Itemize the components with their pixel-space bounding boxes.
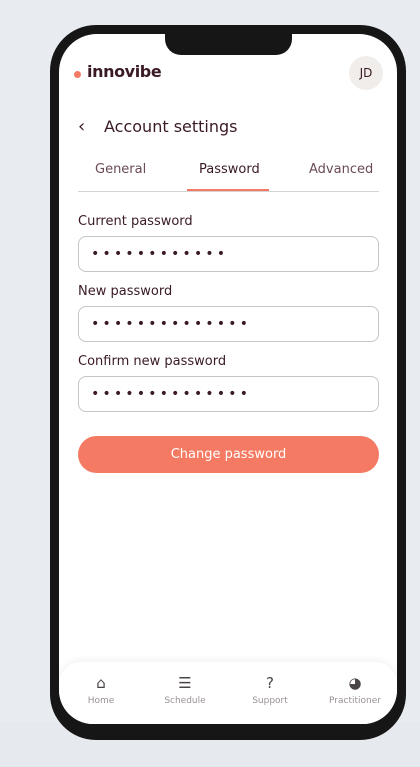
nav-label: Support [252,696,288,706]
home-icon: ⌂ [96,674,106,692]
confirm-password-field[interactable]: •••••••••••••• [78,376,379,412]
chevron-left-icon[interactable]: ‹ [78,116,98,140]
tab-general[interactable]: General [95,162,146,177]
confirm-password-label: Confirm new password [78,354,227,369]
nav-item-practitioner[interactable]: ◕ Practitioner [313,674,397,706]
current-password-label: Current password [78,214,193,229]
app-header: innovibe JD [59,56,397,92]
nav-label: Home [87,696,115,706]
menu-icon: ☰ [178,674,192,692]
phone-notch [165,25,292,55]
settings-tabs: General Password Advanced [78,156,379,192]
brand-dot-icon [74,71,81,78]
tab-password[interactable]: Password [199,162,260,177]
change-password-button[interactable]: Change password [78,436,379,473]
nav-label: Practitioner [329,696,381,706]
page-header: ‹ Account settings [78,116,378,140]
page-title: Account settings [104,117,238,136]
tab-advanced[interactable]: Advanced [309,162,373,177]
new-password-field[interactable]: •••••••••••••• [78,306,379,342]
active-tab-indicator [187,189,269,191]
new-password-label: New password [78,284,173,299]
avatar[interactable]: JD [349,56,383,90]
current-password-field[interactable]: •••••••••••• [78,236,379,272]
nav-label: Schedule [164,696,206,706]
brand-logo[interactable]: innovibe [87,62,162,81]
pie-icon: ◕ [348,674,362,692]
question-icon: ? [266,674,274,692]
nav-item-home[interactable]: ⌂ Home [59,674,143,706]
nav-item-schedule[interactable]: ☰ Schedule [143,674,227,706]
bottom-nav: ⌂ Home ☰ Schedule ? Support ◕ Practition… [59,662,397,724]
nav-item-support[interactable]: ? Support [228,674,312,706]
phone-screen: innovibe JD ‹ Account settings General P… [59,34,397,724]
